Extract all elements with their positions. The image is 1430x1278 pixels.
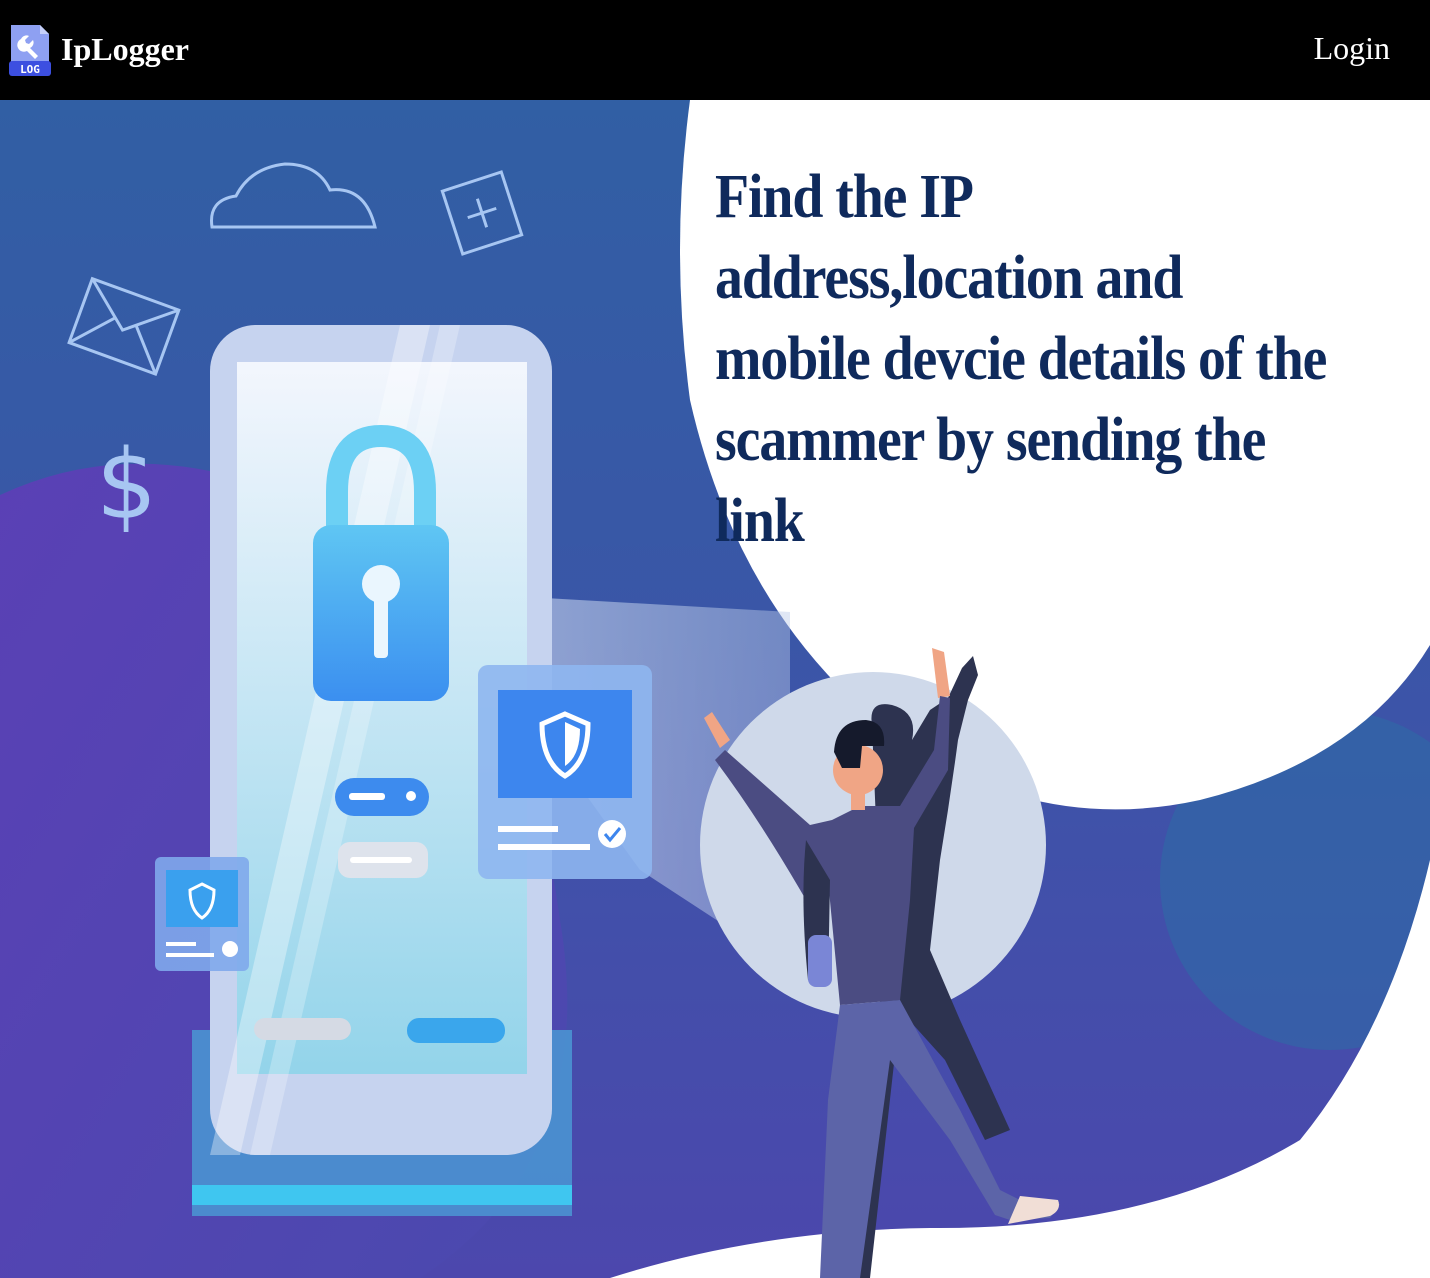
login-link[interactable]: Login	[1314, 30, 1390, 67]
shield-card-small	[155, 857, 249, 971]
checkmark-icon	[598, 820, 626, 848]
hero-banner: $ Find the IP address,location and mobil…	[0, 100, 1430, 1278]
hero-headline: Find the IP address,location and mobile …	[715, 163, 1327, 555]
logo-badge-text: LOG	[20, 63, 40, 76]
brand-home-link[interactable]: LOG IpLogger	[8, 22, 189, 78]
dollar-icon: $	[96, 429, 157, 541]
top-navbar: LOG IpLogger Login	[0, 0, 1430, 100]
iplogger-logo-icon: LOG	[9, 25, 51, 76]
shield-card-large	[478, 665, 652, 879]
brand-name: IpLogger	[61, 30, 189, 67]
